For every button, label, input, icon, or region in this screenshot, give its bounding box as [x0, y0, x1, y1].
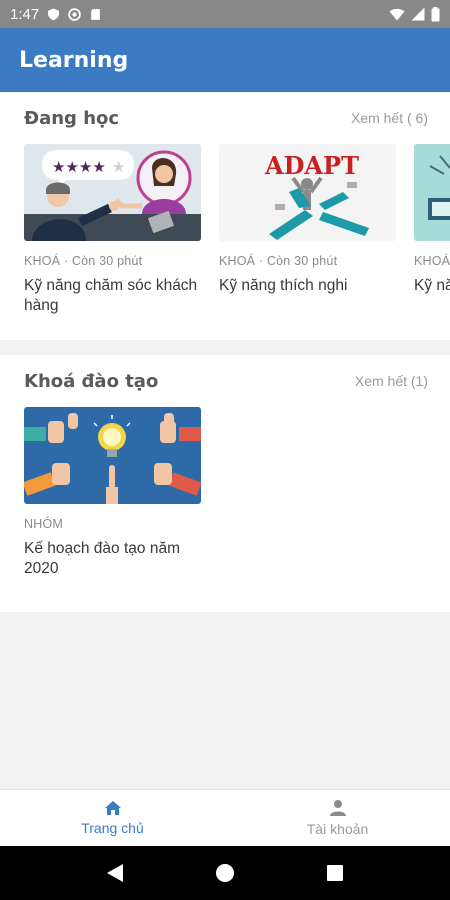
- shield-icon: [48, 8, 60, 20]
- course-meta: KHOÁ · Còn 30 phút: [24, 254, 143, 268]
- course-carousel[interactable]: ★★★★ ★ KHOÁ · Còn 30 phút Kỹ năng chăm s…: [0, 144, 450, 316]
- course-title: Kỹ nă gian: [414, 277, 450, 294]
- course-card[interactable]: ★★★★ ★ KHOÁ · Còn 30 phút Kỹ năng chăm s…: [24, 144, 201, 316]
- nav-account[interactable]: Tài khoản: [225, 790, 450, 846]
- thumbs-up-idea-image: [24, 407, 201, 504]
- home-button-icon[interactable]: [215, 863, 235, 883]
- battery-icon: [431, 6, 440, 21]
- section-title: Khoá đào tạo: [24, 370, 159, 392]
- adapt-image: ADAPT: [219, 144, 396, 241]
- see-all-link[interactable]: Xem hết (1): [355, 373, 428, 389]
- section-training: Khoá đào tạo Xem hết (1) NHÓM Kế hoạch đ…: [0, 355, 450, 612]
- section-in-progress: Đang học Xem hết ( 6) ★★★★ ★ KHOÁ · Còn …: [0, 92, 450, 340]
- see-all-link[interactable]: Xem hết ( 6): [351, 110, 428, 126]
- app-bar: Learning: [0, 28, 450, 92]
- bottom-nav: Trang chủ Tài khoản: [0, 789, 450, 846]
- status-time: 1:47: [10, 5, 40, 23]
- nav-home[interactable]: Trang chủ: [0, 790, 225, 846]
- training-list: NHÓM Kế hoạch đào tạo năm 2020: [0, 407, 450, 579]
- course-title: Kỹ năng chăm sóc khách hàng: [24, 277, 198, 314]
- app-title: Learning: [19, 47, 129, 73]
- system-nav-bar: [0, 846, 450, 900]
- customer-care-image: ★★★★ ★: [24, 144, 201, 241]
- training-card[interactable]: NHÓM Kế hoạch đào tạo năm 2020: [24, 407, 201, 579]
- status-bar: 1:47: [0, 0, 450, 28]
- wifi-icon: [389, 8, 405, 20]
- course-meta: KHOÁ: [414, 254, 450, 268]
- adapt-word: ADAPT: [264, 151, 359, 180]
- main-content[interactable]: Đang học Xem hết ( 6) ★★★★ ★ KHOÁ · Còn …: [0, 92, 450, 789]
- training-title: Kế hoạch đào tạo năm 2020: [24, 540, 180, 577]
- section-title: Đang học: [24, 107, 120, 129]
- screen: 1:47 Learning Đang học Xem hết ( 6) ★★★★…: [0, 0, 450, 900]
- course-card[interactable]: ADAPT KHOÁ · Còn 30 phút Kỹ năng thích n…: [219, 144, 396, 316]
- signal-icon: [411, 7, 425, 21]
- svg-text:★: ★: [112, 158, 125, 176]
- training-meta: NHÓM: [24, 517, 63, 531]
- course-title: Kỹ năng thích nghi: [219, 277, 348, 294]
- section-header: Khoá đào tạo Xem hết (1): [0, 355, 450, 407]
- course-card[interactable]: KHOÁ Kỹ nă gian: [414, 144, 450, 316]
- course-meta: KHOÁ · Còn 30 phút: [219, 254, 338, 268]
- svg-text:★★★★: ★★★★: [52, 158, 106, 176]
- person-icon: [329, 800, 346, 816]
- nav-label: Trang chủ: [81, 820, 144, 836]
- time-image: [414, 144, 450, 241]
- nav-label: Tài khoản: [306, 821, 369, 837]
- data-saver-icon: [68, 7, 81, 21]
- section-header: Đang học Xem hết ( 6): [0, 92, 450, 144]
- home-icon: [104, 801, 121, 815]
- recents-icon[interactable]: [326, 864, 344, 882]
- sd-card-icon: [91, 8, 101, 20]
- back-icon[interactable]: [106, 863, 124, 883]
